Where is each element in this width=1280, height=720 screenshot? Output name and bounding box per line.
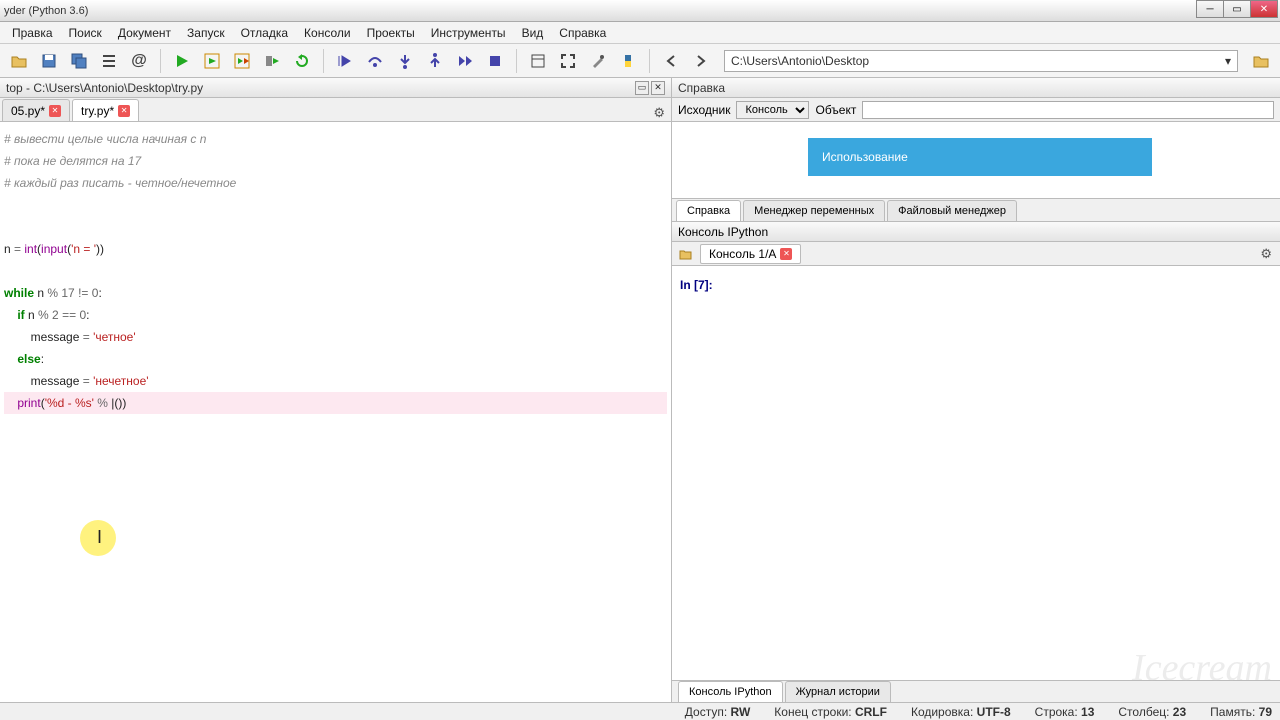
code-line: # пока не делятся на 17: [4, 150, 667, 172]
console-bottom-tab[interactable]: Консоль IPython: [678, 681, 783, 702]
minimize-button[interactable]: ─: [1196, 0, 1224, 18]
console-browse-icon[interactable]: [676, 244, 696, 264]
debug-stop-icon[interactable]: [482, 48, 508, 74]
code-line: if n % 2 == 0:: [4, 304, 667, 326]
close-pane-icon[interactable]: ✕: [651, 81, 665, 95]
editor-pane: top - C:\Users\Antonio\Desktop\try.py ▭✕…: [0, 78, 672, 702]
object-input[interactable]: [862, 101, 1274, 119]
close-tab-icon[interactable]: ✕: [49, 105, 61, 117]
file-tab[interactable]: 05.py*✕: [2, 99, 70, 121]
titlebar: yder (Python 3.6) ─ ▭ ✕: [0, 0, 1280, 22]
console-tab[interactable]: Консоль 1/A✕: [700, 244, 801, 264]
save-icon[interactable]: [36, 48, 62, 74]
python-icon[interactable]: [615, 48, 641, 74]
menu-Справка[interactable]: Справка: [551, 24, 614, 42]
menu-Правка[interactable]: Правка: [4, 24, 61, 42]
code-line: # вывести целые числа начиная с n: [4, 128, 667, 150]
list-icon[interactable]: [96, 48, 122, 74]
run-cell-icon[interactable]: [199, 48, 225, 74]
menu-Поиск[interactable]: Поиск: [61, 24, 110, 42]
back-icon[interactable]: [658, 48, 684, 74]
run-selection-icon[interactable]: [259, 48, 285, 74]
run-icon[interactable]: [169, 48, 195, 74]
editor-pane-title: top - C:\Users\Antonio\Desktop\try.py ▭✕: [0, 78, 671, 98]
debug-stepover-icon[interactable]: [362, 48, 388, 74]
right-pane: Справка Исходник Консоль Объект Использо…: [672, 78, 1280, 702]
help-tab[interactable]: Менеджер переменных: [743, 200, 885, 221]
help-body: Использование: [672, 122, 1280, 198]
code-line: print('%d - %s' % |()): [4, 392, 667, 414]
console-options-icon[interactable]: ⚙: [1260, 246, 1272, 262]
code-line: while n % 17 != 0:: [4, 282, 667, 304]
code-line: [4, 194, 667, 216]
debug-continue-icon[interactable]: [452, 48, 478, 74]
window-buttons: ─ ▭ ✕: [1197, 0, 1278, 18]
browse-icon[interactable]: [1248, 48, 1274, 74]
debug-stepout-icon[interactable]: [422, 48, 448, 74]
help-pane-title: Справка: [672, 78, 1280, 98]
menu-Запуск[interactable]: Запуск: [179, 24, 233, 42]
maximize-button[interactable]: ▭: [1223, 0, 1251, 18]
menubar: ПравкаПоискДокументЗапускОтладкаКонсолиП…: [0, 22, 1280, 44]
address-bar[interactable]: C:\Users\Antonio\Desktop▾: [724, 50, 1238, 72]
menu-Проекты[interactable]: Проекты: [359, 24, 423, 42]
code-line: else:: [4, 348, 667, 370]
code-line: message = 'нечетное': [4, 370, 667, 392]
code-line: n = int(input('n = ')): [4, 238, 667, 260]
source-select[interactable]: Консоль: [736, 101, 809, 119]
menu-Документ[interactable]: Документ: [110, 24, 179, 42]
menu-Вид[interactable]: Вид: [514, 24, 552, 42]
save-all-icon[interactable]: [66, 48, 92, 74]
menu-Консоли[interactable]: Консоли: [296, 24, 359, 42]
console-bottom-tabs: Консоль IPythonЖурнал истории: [672, 680, 1280, 702]
toolbar: @ C:\Users\Antonio\Desktop▾: [0, 44, 1280, 78]
source-label: Исходник: [678, 103, 730, 117]
code-line: # каждый раз писать - четное/нечетное: [4, 172, 667, 194]
tab-options-icon[interactable]: ⚙: [653, 105, 665, 121]
console-prompt: In [7]:: [680, 278, 713, 292]
rerun-icon[interactable]: [289, 48, 315, 74]
undock-icon[interactable]: ▭: [635, 81, 649, 95]
fullscreen-icon[interactable]: [555, 48, 581, 74]
window-title: yder (Python 3.6): [4, 5, 88, 17]
editor-path: top - C:\Users\Antonio\Desktop\try.py: [6, 81, 203, 95]
close-button[interactable]: ✕: [1250, 0, 1278, 18]
at-icon[interactable]: @: [126, 48, 152, 74]
open-icon[interactable]: [6, 48, 32, 74]
menu-Инструменты[interactable]: Инструменты: [423, 24, 514, 42]
statusbar: Доступ: RW Конец строки: CRLF Кодировка:…: [0, 702, 1280, 720]
close-tab-icon[interactable]: ✕: [118, 105, 130, 117]
forward-icon[interactable]: [688, 48, 714, 74]
code-editor[interactable]: # вывести целые числа начиная с n# пока …: [0, 122, 671, 702]
help-tab[interactable]: Справка: [676, 200, 741, 221]
file-tabs: 05.py*✕try.py*✕ ⚙: [0, 98, 671, 122]
console-pane-title: Консоль IPython: [672, 222, 1280, 242]
code-line: [4, 216, 667, 238]
file-tab[interactable]: try.py*✕: [72, 99, 139, 121]
code-line: message = 'четное': [4, 326, 667, 348]
console-bottom-tab[interactable]: Журнал истории: [785, 681, 891, 702]
help-controls: Исходник Консоль Объект: [672, 98, 1280, 122]
help-tabs: СправкаМенеджер переменныхФайловый менед…: [672, 198, 1280, 222]
menu-Отладка[interactable]: Отладка: [233, 24, 296, 42]
object-label: Объект: [815, 103, 856, 117]
maximize-pane-icon[interactable]: [525, 48, 551, 74]
debug-stepin-icon[interactable]: [392, 48, 418, 74]
console-tabs: Консоль 1/A✕ ⚙: [672, 242, 1280, 266]
ipython-console[interactable]: In [7]:: [672, 266, 1280, 680]
help-tab[interactable]: Файловый менеджер: [887, 200, 1017, 221]
code-line: [4, 260, 667, 282]
preferences-icon[interactable]: [585, 48, 611, 74]
debug-step-icon[interactable]: [332, 48, 358, 74]
run-cell-advance-icon[interactable]: [229, 48, 255, 74]
usage-tab[interactable]: Использование: [808, 138, 1152, 176]
